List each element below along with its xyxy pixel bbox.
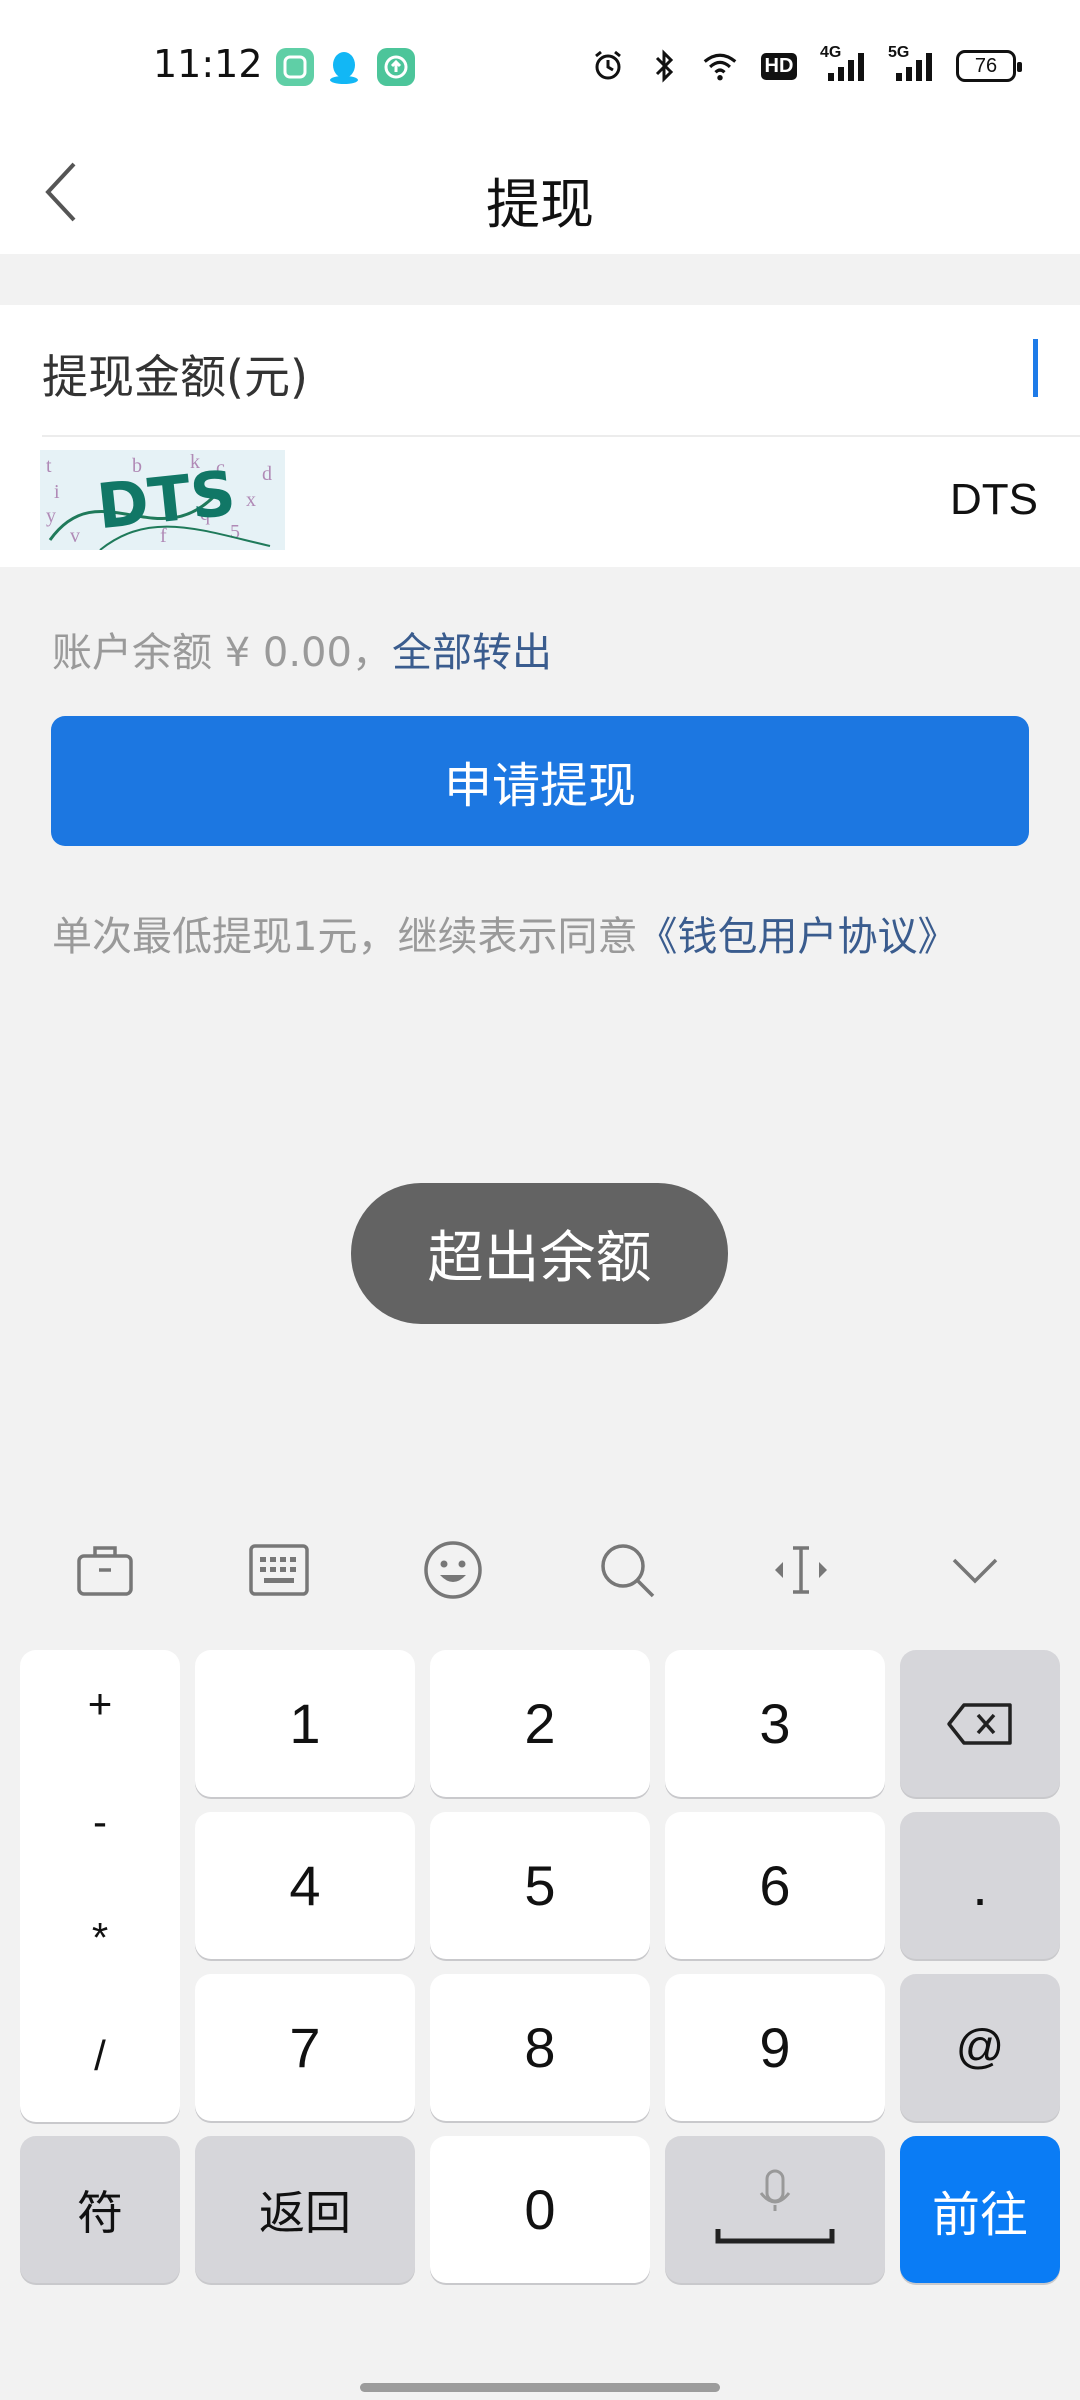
key-2[interactable]: 2 [430,1650,650,1797]
space-voice-key[interactable] [665,2136,885,2283]
withdraw-all-link[interactable]: 全部转出 [392,630,552,676]
toast-message: 超出余额 [351,1183,728,1324]
svg-text:i: i [54,481,60,503]
signal-4g-icon: 4G [820,44,868,84]
key-7[interactable]: 7 [195,1974,415,2121]
bluetooth-icon [646,48,682,84]
key-3[interactable]: 3 [665,1650,885,1797]
home-indicator[interactable] [360,2383,720,2392]
key-minus[interactable]: - [20,1798,180,1846]
svg-text:x: x [246,489,256,511]
svg-text:v: v [70,525,80,547]
emoji-button[interactable] [413,1530,493,1610]
svg-text:t: t [46,455,52,477]
status-bar: 11:12 HD 4G 5G 76 [0,0,1080,130]
search-icon [601,1544,655,1598]
clipboard-button[interactable] [65,1530,145,1610]
key-6[interactable]: 6 [665,1812,885,1959]
key-dot[interactable]: . [900,1812,1060,1959]
text-cursor-icon [775,1546,827,1594]
hide-keyboard-button[interactable] [935,1530,1015,1610]
balance-info: 账户余额 ¥ 0.00，全部转出 [52,620,552,678]
microphone-icon [715,2169,835,2243]
svg-text:y: y [46,505,56,527]
battery-icon: 76 [956,50,1022,82]
backspace-icon [947,1702,1012,1745]
cursor-move-button[interactable] [761,1530,841,1610]
keyboard-toolbar [0,1490,1080,1645]
network-4g-label: 4G [820,44,842,61]
emoji-icon [424,1541,482,1599]
app-notification-icon [276,48,314,86]
alarm-icon [590,48,626,84]
captcha-image[interactable]: tiy vkc q5x fbd DTS [40,450,285,550]
wifi-icon [702,48,738,84]
search-button[interactable] [587,1530,667,1610]
upload-icon [377,48,415,86]
key-4[interactable]: 4 [195,1812,415,1959]
status-icons: HD 4G 5G 76 [590,44,1022,84]
captcha-row: tiy vkc q5x fbd DTS DTS [0,437,1080,567]
network-5g-label: 5G [888,44,910,61]
captcha-text: DTS [94,456,239,543]
go-button[interactable]: 前往 [900,2136,1060,2283]
numeric-keyboard: + - * / 1 2 3 4 5 6 . 7 8 9 @ 符 返回 0 前往 [0,1490,1080,2400]
captcha-input[interactable]: DTS [950,475,1038,525]
status-time: 11:12 [153,42,263,86]
key-divide[interactable]: / [20,2032,180,2080]
key-1[interactable]: 1 [195,1650,415,1797]
agreement-text: 单次最低提现1元，继续表示同意 [52,914,638,960]
key-0[interactable]: 0 [430,2136,650,2283]
symbols-key[interactable]: 符 [20,2136,180,2283]
key-multiply[interactable]: * [20,1914,180,1962]
balance-text: 账户余额 ¥ 0.00， [52,630,392,676]
key-5[interactable]: 5 [430,1812,650,1959]
withdraw-form: 提现金额(元) tiy vkc q5x fbd DTS DTS [0,305,1080,567]
hd-icon: HD [758,48,800,84]
key-at[interactable]: @ [900,1974,1060,2121]
amount-input-row[interactable]: 提现金额(元) [0,305,1080,435]
chevron-down-icon [952,1558,998,1584]
navigation-header: 提现 [0,130,1080,254]
svg-text:d: d [262,463,272,485]
symbol-column: + - * / [20,1650,180,2122]
keyboard-switch-button[interactable] [239,1530,319,1610]
agreement-info: 单次最低提现1元，继续表示同意《钱包用户协议》 [52,904,957,962]
amount-label: 提现金额(元) [42,350,308,404]
signal-5g-icon: 5G [888,44,936,84]
qq-icon [325,48,363,86]
apply-withdraw-button[interactable]: 申请提现 [51,716,1029,846]
keyboard-icon [249,1544,309,1596]
backspace-key[interactable] [900,1650,1060,1797]
battery-level: 76 [974,54,998,77]
text-cursor [1033,339,1038,397]
wallet-agreement-link[interactable]: 《钱包用户协议》 [637,914,957,960]
briefcase-icon [77,1546,133,1596]
page-title: 提现 [486,173,594,236]
return-key[interactable]: 返回 [195,2136,415,2283]
key-plus[interactable]: + [20,1680,180,1728]
key-9[interactable]: 9 [665,1974,885,2121]
key-8[interactable]: 8 [430,1974,650,2121]
